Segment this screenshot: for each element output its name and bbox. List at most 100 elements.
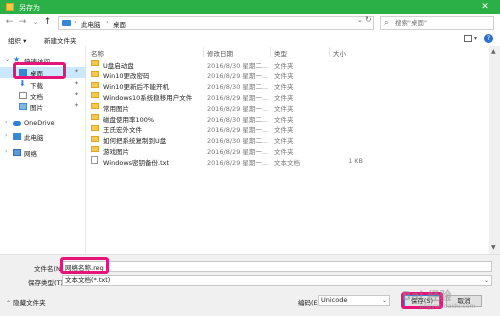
file-list: U盘启动盘 2016/8/30 星期二... 文件夹 Win10更改密码 201… xyxy=(87,58,487,254)
folder-icon xyxy=(91,92,99,99)
address-row: ← → ⌄ ↑ › 此电脑 › 桌面 ⌄ ↻ ⌕ xyxy=(0,14,500,32)
column-divider[interactable] xyxy=(203,47,204,57)
watermark: Bai 经验 jingyan.baidu.com xyxy=(402,287,498,315)
breadcrumb-this-pc[interactable]: 此电脑 xyxy=(81,19,101,29)
download-icon: ⬇ xyxy=(19,79,26,88)
nav-item-onedrive[interactable]: › OneDrive xyxy=(0,118,86,129)
list-item[interactable]: Windows10系统稳移用户文件 2016/8/29 星期一... 文件夹 xyxy=(87,90,487,102)
recent-locations-button[interactable]: ⌄ xyxy=(30,17,41,28)
computer-icon xyxy=(13,133,21,140)
nav-item-label: 图片 xyxy=(30,104,43,112)
list-item[interactable]: 游戏图片 2016/8/29 星期一... 文件夹 xyxy=(87,144,487,156)
search-input[interactable] xyxy=(395,18,491,28)
scroll-up-icon[interactable]: ▲ xyxy=(491,48,496,55)
scroll-down-icon[interactable]: ▼ xyxy=(491,244,496,251)
folder-icon xyxy=(91,103,99,110)
nav-item-label: 文档 xyxy=(30,93,43,101)
folder-icon xyxy=(91,135,99,142)
watermark-subtext: jingyan.baidu.com xyxy=(420,303,476,310)
close-button[interactable]: ✕ xyxy=(478,1,492,13)
nav-item-label: 此电脑 xyxy=(24,134,44,142)
breadcrumb-separator: › xyxy=(106,19,109,26)
column-divider[interactable] xyxy=(329,47,330,57)
chevron-up-icon: ⌃ xyxy=(6,300,12,307)
list-item[interactable]: Windows密钥备份.txt 2016/8/29 星期一... 文本文档 1 … xyxy=(87,155,487,167)
column-header-date[interactable]: 修改日期 xyxy=(207,48,233,58)
list-item[interactable]: 如何把系统复制到U盘 2016/8/30 星期二... 文件夹 xyxy=(87,134,487,145)
column-headers: 名称 修改日期 类型 大小 xyxy=(87,46,500,58)
chevron-down-icon: ⌄ xyxy=(381,297,387,304)
chevron-down-icon: ⌄ xyxy=(483,277,489,284)
folder-icon xyxy=(91,146,99,153)
list-item[interactable]: U盘启动盘 2016/8/30 星期二... 文件夹 xyxy=(87,58,487,70)
nav-item-label: 下载 xyxy=(30,82,43,90)
hide-folders-toggle[interactable]: ⌃ 隐藏文件夹 xyxy=(6,297,46,307)
chevron-down-icon[interactable]: ⌄ xyxy=(357,16,363,24)
nav-item-downloads[interactable]: ⬇ 下载 ✦ xyxy=(0,79,86,90)
hide-folders-label: 隐藏文件夹 xyxy=(13,299,46,307)
column-divider[interactable] xyxy=(270,47,271,57)
nav-item-label: 网络 xyxy=(24,150,37,158)
search-box[interactable]: ⌕ xyxy=(380,16,494,30)
text-file-icon xyxy=(91,156,98,165)
folder-icon xyxy=(91,114,99,120)
column-header-name[interactable]: 名称 xyxy=(91,48,104,58)
pin-icon: ✦ xyxy=(74,68,80,75)
list-item[interactable]: 王氏宏外文件 2016/8/29 星期一... 文件夹 xyxy=(87,123,487,134)
forward-button[interactable]: → xyxy=(17,17,28,28)
new-folder-button[interactable]: 新建文件夹 xyxy=(44,35,77,45)
nav-item-pictures[interactable]: 图片 ✦ xyxy=(0,101,86,112)
column-header-type[interactable]: 类型 xyxy=(274,48,287,58)
breadcrumb-desktop[interactable]: 桌面 xyxy=(113,19,126,29)
encoding-value: Unicode xyxy=(321,296,348,304)
savetype-value: 文本文档(*.txt) xyxy=(65,276,111,284)
list-item[interactable]: 磁盘使用率100% 2016/8/30 星期二... 文件夹 xyxy=(87,112,487,124)
chevron-right-icon[interactable]: › xyxy=(5,119,7,126)
watermark-text: Bai 经验 xyxy=(402,289,452,303)
file-size: 1 KB xyxy=(348,156,363,165)
pin-icon: ✦ xyxy=(74,102,80,109)
chevron-right-icon[interactable]: › xyxy=(5,148,7,155)
nav-item-this-pc[interactable]: › 此电脑 xyxy=(0,131,86,142)
chevron-right-icon[interactable]: › xyxy=(5,132,7,139)
view-dropdown-icon[interactable]: ▾ xyxy=(474,35,477,42)
view-options-icon[interactable] xyxy=(464,35,472,42)
list-item[interactable]: Win10更新后不能开机 2016/8/30 星期二... 文件夹 xyxy=(87,80,487,91)
title-bar: 另存为 ✕ xyxy=(0,0,500,14)
column-header-size[interactable]: 大小 xyxy=(333,48,346,58)
filename-input[interactable] xyxy=(62,261,492,272)
folder-icon xyxy=(91,124,99,131)
file-type: 文本文档 xyxy=(274,158,300,167)
help-icon[interactable]: ? xyxy=(484,34,493,43)
address-bar[interactable]: › 此电脑 › 桌面 xyxy=(58,16,374,30)
vertical-scrollbar[interactable]: ▲ ▼ xyxy=(489,46,500,254)
back-button[interactable]: ← xyxy=(4,17,15,28)
annotation-highlight xyxy=(60,257,109,274)
nav-item-network[interactable]: › 网络 xyxy=(0,147,86,158)
network-icon xyxy=(13,149,21,156)
pin-icon: ✦ xyxy=(74,80,80,87)
encoding-select[interactable]: Unicode ⌄ xyxy=(318,295,390,306)
nav-item-documents[interactable]: 文档 ✦ xyxy=(0,90,86,101)
folder-icon xyxy=(91,81,99,88)
list-item[interactable]: 常用图片 2016/8/29 星期一... 文件夹 xyxy=(87,101,487,113)
toolbar: 组织 ▾ 新建文件夹 ▾ ? xyxy=(0,32,500,46)
file-date: 2016/8/29 星期一... xyxy=(207,158,269,167)
computer-icon xyxy=(62,20,71,26)
savetype-label: 保存类型(T): xyxy=(28,279,66,287)
refresh-icon[interactable]: ↻ xyxy=(365,15,372,24)
annotation-highlight xyxy=(13,62,66,79)
document-icon xyxy=(19,92,27,99)
star-icon: ★ xyxy=(13,55,21,64)
folder-icon xyxy=(91,70,99,77)
savetype-select[interactable]: 文本文档(*.txt) ⌄ xyxy=(62,275,492,286)
chevron-down-icon[interactable]: ⌄ xyxy=(5,56,10,63)
nav-item-label: OneDrive xyxy=(24,119,55,127)
list-item[interactable]: Win10更改密码 2016/8/29 星期一... 文件夹 xyxy=(87,69,487,80)
up-button[interactable]: ↑ xyxy=(42,17,53,28)
breadcrumb-separator: › xyxy=(74,19,77,26)
picture-icon xyxy=(19,103,27,110)
search-icon: ⌕ xyxy=(384,18,389,27)
file-name: Windows密钥备份.txt xyxy=(103,158,170,167)
organize-button[interactable]: 组织 ▾ xyxy=(8,35,26,45)
